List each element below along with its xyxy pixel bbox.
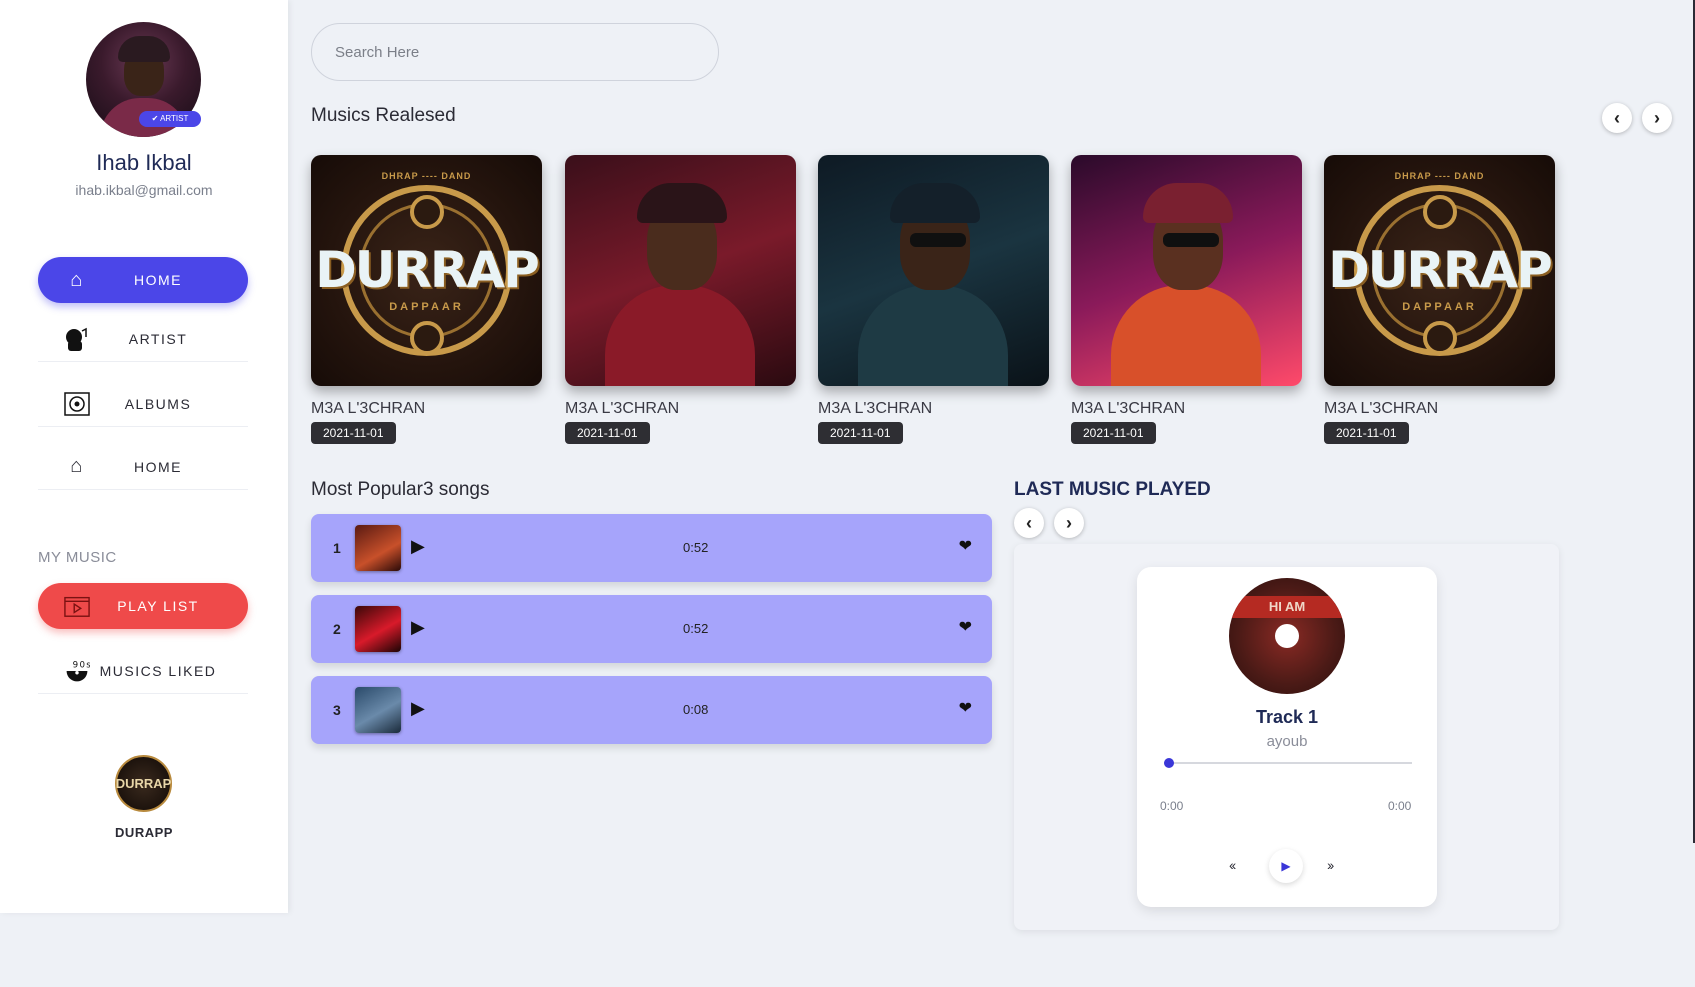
song-thumbnail	[355, 606, 401, 652]
song-thumbnail	[355, 687, 401, 733]
release-card[interactable]: DHRAP ---- DAND DURRAP DAPPAAR M3A L'3CH…	[311, 155, 542, 444]
nav-item-home-2[interactable]: ⌂ HOME	[38, 444, 248, 490]
chevron-right-icon: ›	[1654, 107, 1660, 128]
nav-item-label: HOME	[134, 272, 182, 288]
play-icon[interactable]: ▶	[411, 617, 425, 638]
song-row[interactable]: 2 ▶ 0:52 ❤	[311, 595, 992, 663]
song-rank: 1	[333, 540, 341, 556]
next-track-icon[interactable]: ››	[1327, 857, 1334, 873]
progress-slider[interactable]	[1164, 758, 1412, 768]
popular-heading: Most Popular3 songs	[311, 479, 490, 500]
nav-item-label: HOME	[134, 458, 182, 475]
release-card[interactable]: M3A L'3CHRAN 2021-11-01	[818, 155, 1049, 444]
track-artist: ayoub	[1266, 733, 1308, 750]
chevron-left-icon: ‹	[1026, 512, 1032, 533]
profile-email: ihab.ikbal@gmail.com	[75, 182, 213, 198]
nav-item-label: PLAY LIST	[117, 598, 199, 614]
release-date-badge: 2021-11-01	[1071, 422, 1156, 444]
nav-item-label: MUSICS LIKED	[99, 662, 217, 679]
heart-icon[interactable]: ❤	[959, 698, 972, 718]
release-cover[interactable]	[818, 155, 1049, 386]
brand-logo: DURRAP	[115, 755, 172, 812]
release-card[interactable]: M3A L'3CHRAN 2021-11-01	[565, 155, 796, 444]
release-title: M3A L'3CHRAN	[565, 400, 680, 417]
artist-badge: ✔ ARTIST	[139, 111, 201, 127]
release-cover[interactable]: DHRAP ---- DAND DURRAP DAPPAAR	[1324, 155, 1555, 386]
nav-item-albums[interactable]: ALBUMS	[38, 381, 248, 427]
song-row[interactable]: 3 ▶ 0:08 ❤	[311, 676, 992, 744]
releases-prev-button[interactable]: ‹	[1602, 103, 1632, 133]
nav-item-musics-liked[interactable]: 90s MUSICS LIKED	[38, 648, 248, 694]
release-title: M3A L'3CHRAN	[818, 400, 933, 417]
release-date-badge: 2021-11-01	[311, 422, 396, 444]
current-time: 0:00	[1160, 799, 1184, 813]
search-input[interactable]	[311, 23, 719, 81]
chevron-left-icon: ‹	[1614, 107, 1620, 128]
song-rank: 2	[333, 621, 341, 637]
song-duration: 0:52	[683, 621, 709, 636]
song-thumbnail	[355, 525, 401, 571]
heart-icon[interactable]: ❤	[959, 617, 972, 637]
nav-item-artist[interactable]: ARTIST	[38, 316, 248, 362]
release-title: M3A L'3CHRAN	[1071, 400, 1186, 417]
heart-icon[interactable]: ❤	[959, 536, 972, 556]
song-row[interactable]: 1 ▶ 0:52 ❤	[311, 514, 992, 582]
sidebar: ✔ ARTIST Ihab Ikbal ihab.ikbal@gmail.com…	[0, 0, 288, 913]
my-music-heading: MY MUSIC	[38, 549, 117, 566]
nav-item-label: ARTIST	[128, 330, 188, 347]
releases-next-button[interactable]: ›	[1642, 103, 1672, 133]
song-duration: 0:08	[683, 702, 709, 717]
album-disc: HI AM	[1229, 578, 1345, 694]
song-rank: 3	[333, 702, 341, 718]
nav-item-home[interactable]: ⌂ HOME	[38, 257, 248, 303]
profile-name: Ihab Ikbal	[96, 150, 192, 175]
last-played-heading: LAST MUSIC PLAYED	[1014, 479, 1211, 500]
release-card[interactable]: M3A L'3CHRAN 2021-11-01	[1071, 155, 1302, 444]
play-icon[interactable]: ▶	[411, 698, 425, 719]
song-duration: 0:52	[683, 540, 709, 555]
last-played-prev-button[interactable]: ‹	[1014, 508, 1044, 538]
play-icon: ▶	[1281, 859, 1291, 873]
track-title: Track 1	[1255, 707, 1319, 727]
release-card[interactable]: DHRAP ---- DAND DURRAP DAPPAAR M3A L'3CH…	[1324, 155, 1555, 444]
total-time: 0:00	[1388, 799, 1412, 813]
release-cover[interactable]	[565, 155, 796, 386]
play-icon[interactable]: ▶	[411, 536, 425, 557]
nav-item-playlist[interactable]: PLAY LIST	[38, 583, 248, 629]
release-date-badge: 2021-11-01	[818, 422, 903, 444]
releases-heading: Musics Realesed	[311, 105, 456, 126]
release-cover[interactable]	[1071, 155, 1302, 386]
nav-item-label: ALBUMS	[124, 395, 192, 412]
release-cover[interactable]: DHRAP ---- DAND DURRAP DAPPAAR	[311, 155, 542, 386]
release-title: M3A L'3CHRAN	[1324, 400, 1439, 417]
play-pause-button[interactable]: ▶	[1269, 849, 1303, 883]
progress-knob[interactable]	[1164, 758, 1174, 768]
release-date-badge: 2021-11-01	[1324, 422, 1409, 444]
brand-name: DURAPP	[115, 825, 173, 840]
release-date-badge: 2021-11-01	[565, 422, 650, 444]
release-title: M3A L'3CHRAN	[311, 400, 426, 417]
chevron-right-icon: ›	[1066, 512, 1072, 533]
last-played-next-button[interactable]: ›	[1054, 508, 1084, 538]
previous-track-icon[interactable]: ‹‹	[1229, 857, 1236, 873]
